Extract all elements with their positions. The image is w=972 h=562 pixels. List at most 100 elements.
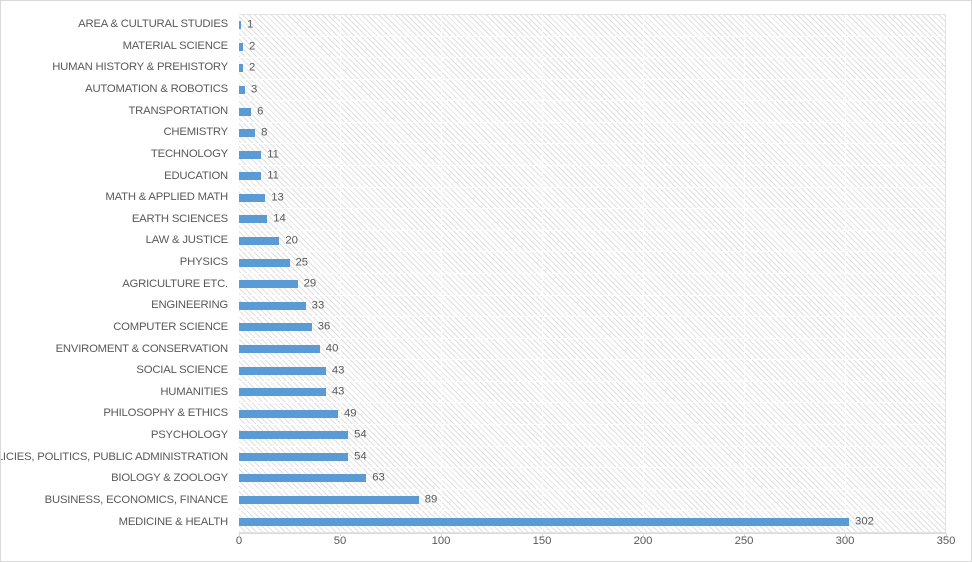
bar-value-label: 3 xyxy=(251,83,258,96)
bar-value-label: 43 xyxy=(331,363,345,376)
value-axis: 0 50 100 150 200 250 300 350 xyxy=(235,533,955,556)
value-axis-tick-label: 100 xyxy=(431,535,451,547)
bar-value-label: 40 xyxy=(325,342,339,355)
category-label: HUMAN HISTORY & PREHISTORY xyxy=(52,61,228,74)
bar-row: 11 xyxy=(239,144,945,167)
bar-row: 63 xyxy=(239,468,945,490)
bar xyxy=(239,150,262,159)
category-label: AUTOMATION & ROBOTICS xyxy=(85,83,228,96)
bar-row: 36 xyxy=(239,317,945,339)
bar xyxy=(239,237,280,246)
bar-value-label: 54 xyxy=(354,428,367,441)
bar-row: 89 xyxy=(239,490,945,512)
bar-value-label: 1 xyxy=(247,18,254,31)
bar-row: 43 xyxy=(239,382,945,404)
bar xyxy=(239,323,312,332)
bar xyxy=(239,107,252,116)
bar-value-label: 33 xyxy=(311,299,325,312)
bar-value-label: 8 xyxy=(261,126,268,139)
bar-row: 11 xyxy=(239,166,945,188)
bar xyxy=(239,344,320,353)
bar xyxy=(239,86,246,95)
category-label: EARTH SCIENCES xyxy=(131,212,228,225)
category-label: ENVIROMENT & CONSERVATION xyxy=(55,342,229,355)
bar xyxy=(239,280,298,289)
bar-row: 8 xyxy=(239,123,945,145)
category-label: COMPUTER SCIENCE xyxy=(113,320,228,333)
bar-value-label: 2 xyxy=(249,40,256,53)
category-label: MEDICINE & HEALTH xyxy=(118,515,229,528)
value-axis-tick-label: 300 xyxy=(835,535,855,547)
bar xyxy=(239,42,244,51)
bar xyxy=(239,431,349,440)
bar xyxy=(239,64,244,73)
bar-value-label: 63 xyxy=(372,471,385,484)
category-label: LAW & JUSTICE xyxy=(145,234,229,247)
bar xyxy=(239,388,326,397)
value-axis-line xyxy=(239,533,947,534)
bar xyxy=(239,496,419,504)
bar-value-label: 2 xyxy=(249,61,256,74)
bar-value-label: 20 xyxy=(285,234,298,247)
bar xyxy=(239,215,268,224)
bar-value-label: 29 xyxy=(303,277,317,290)
bar-value-label: 89 xyxy=(424,493,438,506)
bar-row: 1 xyxy=(239,15,945,37)
category-label: AREA & CULTURAL STUDIES xyxy=(78,18,228,31)
bar-value-label: 49 xyxy=(343,407,357,420)
bar-value-label: 54 xyxy=(354,450,367,463)
bar-row: 29 xyxy=(239,274,945,296)
bar-row: 25 xyxy=(239,252,945,274)
category-label: AGRICULTURE ETC. xyxy=(122,277,228,290)
bar-row: 13 xyxy=(239,188,945,210)
bar-row: 40 xyxy=(239,339,945,361)
bar-value-label: 25 xyxy=(295,255,309,268)
value-axis-tick-label: 350 xyxy=(936,535,956,547)
bar-row: 20 xyxy=(239,231,945,253)
bar-value-label: 302 xyxy=(855,514,874,527)
category-label: CHEMISTRY xyxy=(163,126,228,139)
bar-row: 54 xyxy=(239,447,945,469)
category-label: BIOLOGY & ZOOLOGY xyxy=(111,472,228,485)
category-axis: AREA & CULTURAL STUDIES MATERIAL SCIENCE H… xyxy=(1,14,234,533)
bar-rows: 1 2 2 3 6 8 11 11 13 14 20 25 29 33 36 40 43 43 49 54 54 63 89… xyxy=(239,15,945,532)
category-label: SOCIAL SCIENCE xyxy=(136,364,228,377)
bar xyxy=(239,409,338,418)
bar-row: 2 xyxy=(239,58,945,80)
bar-row: 3 xyxy=(239,80,945,102)
value-axis-tick-label: 50 xyxy=(333,535,347,547)
value-axis-tick-label: 200 xyxy=(633,535,653,547)
bar-value-label: 43 xyxy=(331,385,345,398)
category-label: PHILOSOPHY & ETHICS xyxy=(103,407,228,420)
bar-row: 2 xyxy=(239,37,945,59)
bar-value-label: 14 xyxy=(273,212,286,225)
category-label: POLICIES, POLITICS, PUBLIC ADMINISTRATIO… xyxy=(0,450,228,463)
category-label: MATH & APPLIED MATH xyxy=(105,191,228,204)
value-axis-tick-label: 0 xyxy=(235,535,243,547)
bar-row: 302 xyxy=(239,511,945,532)
category-label: PSYCHOLOGY xyxy=(150,429,228,442)
bar-row: 43 xyxy=(239,360,945,382)
bar xyxy=(239,474,367,483)
category-label: EDUCATION xyxy=(164,169,228,182)
bar-value-label: 6 xyxy=(257,104,264,117)
bar xyxy=(239,258,290,267)
bar-row: 14 xyxy=(239,209,945,231)
category-label: ENGINEERING xyxy=(151,299,228,312)
bar-row: 33 xyxy=(239,296,945,318)
bar-chart: AREA & CULTURAL STUDIES MATERIAL SCIENCE H… xyxy=(0,0,972,562)
category-label: HUMANITIES xyxy=(160,385,228,398)
bar xyxy=(239,129,256,138)
bar xyxy=(239,366,326,375)
category-label: TRANSPORTATION xyxy=(128,104,228,117)
bar xyxy=(239,172,262,181)
bar xyxy=(239,193,266,202)
bar xyxy=(239,21,242,30)
bar-row: 6 xyxy=(239,101,945,123)
value-axis-tick-label: 150 xyxy=(532,535,552,547)
bar xyxy=(239,301,306,310)
bar xyxy=(239,517,850,526)
value-axis-tick-label: 250 xyxy=(734,535,754,547)
bar-row: 49 xyxy=(239,403,945,425)
bar-value-label: 11 xyxy=(267,148,279,161)
